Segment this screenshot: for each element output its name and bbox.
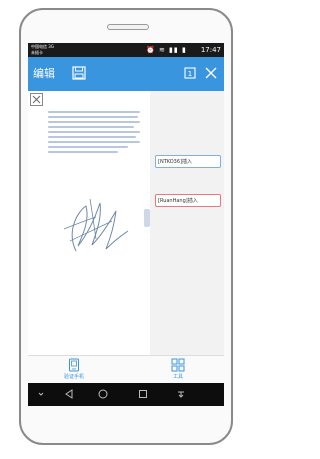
close-document-icon[interactable] bbox=[30, 93, 43, 106]
chevron-down-icon[interactable] bbox=[36, 389, 46, 399]
recents-icon[interactable] bbox=[138, 389, 148, 399]
nav-item-tools[interactable]: 工具 bbox=[158, 358, 198, 380]
android-nav-bar bbox=[28, 383, 224, 406]
bottom-nav: 验证手机 工具 bbox=[28, 355, 224, 384]
top-toolbar: 编辑 1 bbox=[28, 57, 224, 91]
handwritten-signature bbox=[63, 198, 129, 252]
phone-verify-icon bbox=[69, 358, 79, 372]
panel-drag-handle[interactable] bbox=[144, 209, 150, 227]
carrier-info: 中国电信 3G 未插卡 bbox=[31, 44, 54, 56]
save-icon[interactable] bbox=[72, 66, 86, 80]
document-page bbox=[28, 91, 150, 355]
document-text-block bbox=[48, 111, 140, 156]
status-bar: 中国电信 3G 未插卡 ⏰ ≋ ▮▮ ▮ 17:47 bbox=[28, 43, 224, 57]
app-screen: 中国电信 3G 未插卡 ⏰ ≋ ▮▮ ▮ 17:47 编辑 1 [NTKO36]… bbox=[28, 43, 224, 406]
speaker-grille bbox=[107, 24, 149, 30]
page-icon[interactable]: 1 bbox=[184, 67, 196, 79]
nav-item-phone-verify[interactable]: 验证手机 bbox=[54, 358, 94, 380]
insert-field-2[interactable]: [RuanHang]插入 bbox=[155, 194, 221, 207]
status-icons: ⏰ ≋ ▮▮ ▮ bbox=[146, 46, 187, 54]
nav-label-tools: 工具 bbox=[172, 374, 183, 380]
document-viewer: [NTKO36]插入 [RuanHang]插入 bbox=[28, 91, 224, 355]
page-number: 1 bbox=[188, 70, 192, 78]
menu-icon[interactable] bbox=[176, 389, 186, 399]
close-icon[interactable] bbox=[204, 66, 218, 80]
tools-icon bbox=[171, 358, 185, 372]
edit-button[interactable]: 编辑 bbox=[33, 67, 55, 80]
back-icon[interactable] bbox=[64, 389, 74, 399]
insert-field-1[interactable]: [NTKO36]插入 bbox=[155, 155, 221, 168]
home-icon[interactable] bbox=[98, 389, 108, 399]
status-clock: 17:47 bbox=[200, 46, 221, 54]
carrier-line-2: 未插卡 bbox=[31, 50, 43, 55]
nav-label-phone-verify: 验证手机 bbox=[63, 374, 84, 380]
